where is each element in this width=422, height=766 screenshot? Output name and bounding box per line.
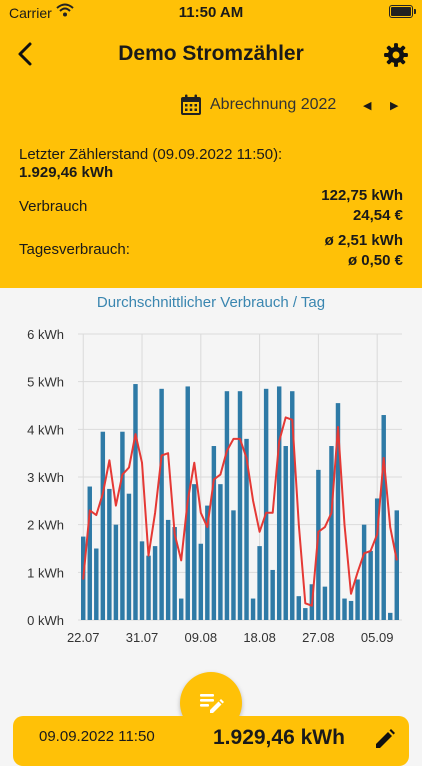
bar — [87, 486, 92, 620]
bar — [224, 391, 230, 620]
bar — [263, 388, 269, 620]
battery-icon — [389, 5, 416, 18]
bar — [348, 600, 354, 620]
x-tick-label: 18.08 — [243, 630, 276, 645]
bar — [303, 608, 308, 620]
bar — [218, 484, 223, 620]
daily-consumption-label: Tagesverbrauch: — [19, 241, 130, 258]
bar — [139, 541, 145, 620]
bar — [283, 446, 288, 620]
bar — [355, 579, 360, 620]
latest-reading-value: 1.929,46 kWh — [213, 726, 345, 749]
bar — [270, 569, 275, 620]
billing-period-label: Abrechnung 2022 — [210, 96, 337, 113]
bar — [361, 524, 367, 620]
y-tick-label: 0 kWh — [27, 613, 64, 628]
status-bar: Carrier 11:50 AM — [0, 0, 422, 26]
calendar-icon — [181, 94, 201, 115]
bar — [113, 524, 119, 620]
bar — [198, 543, 204, 620]
bar — [231, 510, 236, 620]
last-reading-value: 1.929,46 kWh — [19, 164, 114, 181]
previous-period-icon[interactable]: ◀ — [363, 99, 371, 112]
x-tick-label: 31.07 — [126, 630, 159, 645]
bar — [250, 598, 256, 620]
y-tick-label: 4 kWh — [27, 422, 64, 437]
consumption-kwh: 122,75 kWh — [321, 187, 403, 204]
page-title: Demo Stromzähler — [118, 42, 304, 65]
y-tick-label: 1 kWh — [27, 565, 64, 580]
bar — [368, 550, 373, 620]
y-tick-label: 6 kWh — [27, 327, 64, 342]
bar — [276, 386, 282, 620]
bar — [165, 519, 171, 620]
x-tick-label: 09.08 — [185, 630, 218, 645]
latest-reading-card[interactable]: 09.09.2022 11:50 1.929,46 kWh — [13, 716, 409, 766]
header-panel: Carrier 11:50 AM Demo Stromzähler Abrech… — [0, 0, 422, 288]
bar — [322, 586, 328, 620]
bar — [381, 415, 386, 620]
bar — [257, 546, 262, 620]
daily-consumption-eur: ø 0,50 € — [347, 252, 403, 269]
bar — [296, 596, 302, 620]
bar — [120, 431, 125, 620]
clock: 11:50 AM — [178, 4, 244, 21]
bar — [178, 598, 184, 620]
bar — [146, 555, 151, 620]
x-tick-label: 22.07 — [67, 630, 100, 645]
bar — [94, 548, 99, 620]
bar — [192, 484, 197, 620]
bar — [388, 612, 393, 620]
gear-icon[interactable] — [383, 42, 409, 68]
chart-title: Durchschnittlicher Verbrauch / Tag — [96, 294, 326, 311]
last-reading-label: Letzter Zählerstand (09.09.2022 11:50): — [19, 146, 283, 163]
y-tick-label: 2 kWh — [27, 518, 64, 533]
y-tick-label: 3 kWh — [27, 470, 64, 485]
bar — [152, 546, 158, 620]
bar — [100, 431, 106, 620]
x-tick-label: 27.08 — [302, 630, 335, 645]
latest-reading-date: 09.09.2022 11:50 — [39, 728, 155, 745]
bar — [133, 384, 138, 620]
bar — [211, 446, 217, 620]
pencil-icon[interactable] — [373, 727, 397, 751]
bar — [159, 388, 164, 620]
bar — [342, 598, 347, 620]
bar — [237, 391, 243, 620]
bar — [126, 493, 132, 620]
y-tick-label: 5 kWh — [27, 375, 64, 390]
daily-consumption-kwh: ø 2,51 kWh — [324, 232, 403, 249]
bar — [394, 510, 399, 620]
bar — [107, 488, 112, 620]
next-period-icon[interactable]: ▶ — [390, 99, 398, 112]
consumption-label: Verbrauch — [19, 198, 88, 215]
x-tick-label: 05.09 — [361, 630, 394, 645]
bar — [329, 446, 334, 620]
consumption-chart: 0 kWh 1 kWh 2 kWh 3 kWh 4 kWh 5 kWh 6 kWh 22.07… — [27, 327, 402, 645]
consumption-eur: 24,54 € — [352, 207, 403, 224]
